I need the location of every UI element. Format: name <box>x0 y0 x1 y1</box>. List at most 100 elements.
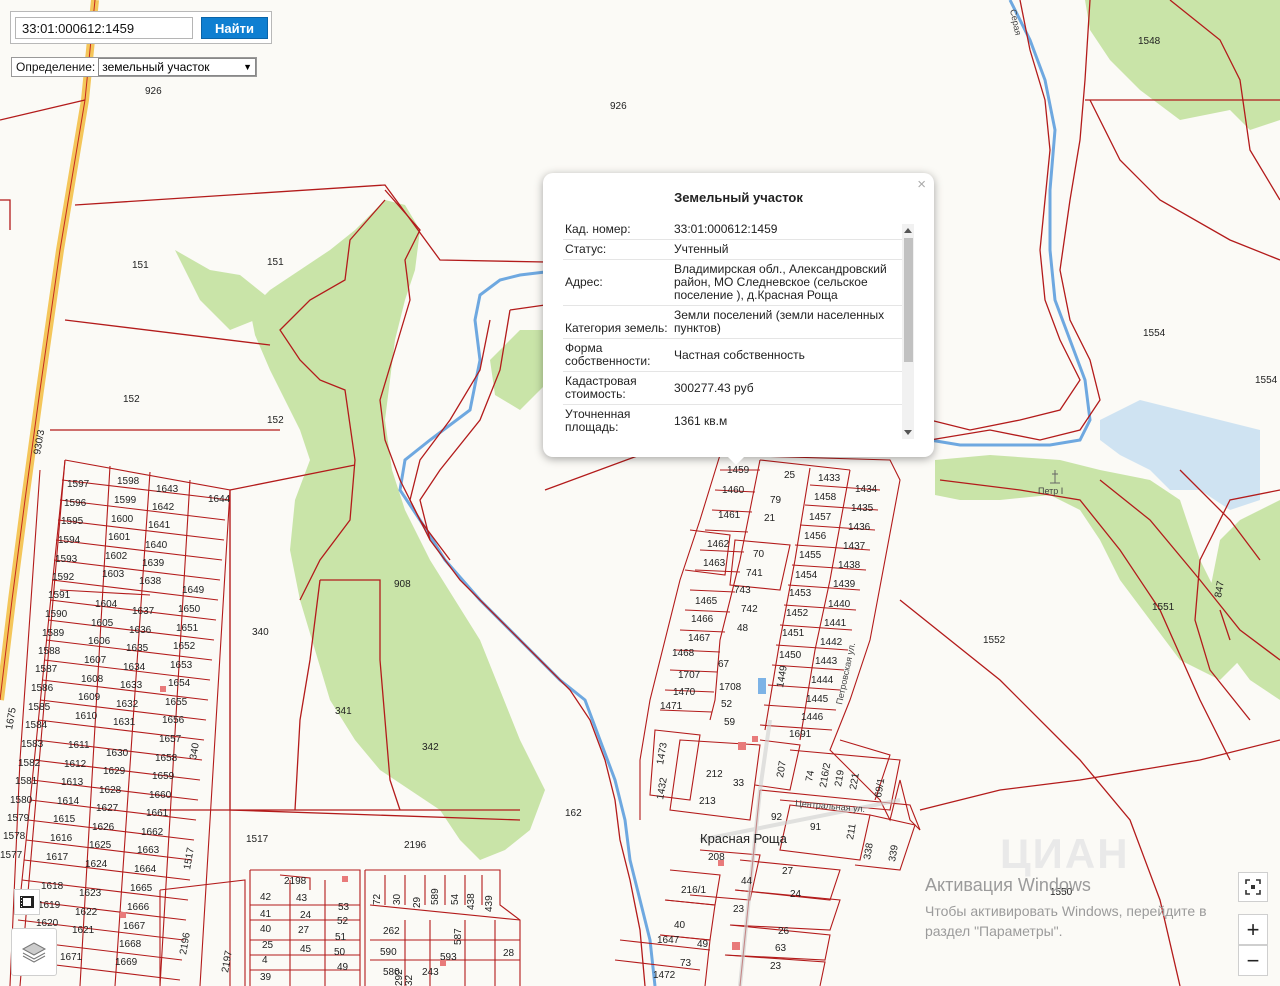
svg-text:1471: 1471 <box>660 701 683 712</box>
layers-icon[interactable] <box>11 928 57 976</box>
svg-text:292: 292 <box>394 969 405 986</box>
svg-text:1593: 1593 <box>55 554 78 565</box>
svg-text:1597: 1597 <box>67 479 90 490</box>
svg-text:1622: 1622 <box>75 907 98 918</box>
parcel-label: 1517 <box>246 834 269 845</box>
parcel-label: 151 <box>267 257 284 268</box>
scroll-up-icon[interactable] <box>904 228 912 233</box>
parcel-label: 1552 <box>983 635 1006 646</box>
svg-text:339: 339 <box>887 844 901 863</box>
svg-text:39: 39 <box>260 972 272 983</box>
find-button[interactable]: Найти <box>201 17 268 39</box>
svg-text:1453: 1453 <box>789 588 812 599</box>
svg-text:1616: 1616 <box>50 833 73 844</box>
zoom-in-button[interactable]: + <box>1238 914 1268 945</box>
parcel-label: 926 <box>145 86 162 97</box>
cadastral-number-input[interactable] <box>15 17 193 39</box>
svg-text:1460: 1460 <box>722 485 745 496</box>
definition-dropdown[interactable]: земельный участок ▼ <box>98 58 256 76</box>
parcel-label: 2197 <box>220 949 235 973</box>
svg-text:1650: 1650 <box>178 604 201 615</box>
svg-text:1641: 1641 <box>148 520 171 531</box>
field-value: 1361 кв.м <box>674 413 728 428</box>
parcel-label: 162 <box>565 808 582 819</box>
street-label-centralnaya: Центральная ул. <box>795 798 866 814</box>
svg-text:1445: 1445 <box>806 694 829 705</box>
svg-text:33: 33 <box>733 778 745 789</box>
svg-text:43: 43 <box>296 893 308 904</box>
parcel-label: 340 <box>252 627 269 638</box>
svg-text:45: 45 <box>300 944 312 955</box>
svg-text:1586: 1586 <box>31 683 54 694</box>
svg-text:27: 27 <box>782 866 794 877</box>
svg-text:1636: 1636 <box>129 625 152 636</box>
svg-text:1581: 1581 <box>15 776 38 787</box>
svg-text:52: 52 <box>337 916 349 927</box>
svg-text:1603: 1603 <box>102 569 125 580</box>
svg-text:1588: 1588 <box>38 646 61 657</box>
svg-text:1663: 1663 <box>137 845 160 856</box>
svg-text:1666: 1666 <box>127 902 150 913</box>
svg-text:1472: 1472 <box>653 970 676 981</box>
svg-text:208: 208 <box>708 852 725 863</box>
svg-text:1465: 1465 <box>695 596 718 607</box>
field-key: Уточненная площадь: <box>565 407 631 434</box>
svg-text:1619: 1619 <box>38 900 61 911</box>
popup-scrollbar[interactable] <box>902 224 914 439</box>
windows-activation-text: Чтобы активировать Windows, перейдите в … <box>925 901 1207 941</box>
filmstrip-icon[interactable] <box>14 889 40 915</box>
svg-text:1625: 1625 <box>89 840 112 851</box>
svg-text:1614: 1614 <box>57 796 80 807</box>
parcel-label: 2198 <box>284 876 307 887</box>
svg-text:1466: 1466 <box>691 614 714 625</box>
svg-text:1661: 1661 <box>146 808 169 819</box>
svg-text:587: 587 <box>453 928 464 945</box>
close-icon[interactable]: × <box>917 176 926 193</box>
svg-text:1669: 1669 <box>115 957 138 968</box>
water-pond <box>758 678 766 694</box>
svg-text:216/2: 216/2 <box>818 762 833 789</box>
svg-text:1626: 1626 <box>92 822 115 833</box>
svg-text:1587: 1587 <box>35 664 58 675</box>
svg-text:1584: 1584 <box>25 720 48 731</box>
svg-text:1652: 1652 <box>173 641 196 652</box>
svg-text:1441: 1441 <box>824 618 847 629</box>
parcel-label: 1548 <box>1138 36 1161 47</box>
svg-text:1589: 1589 <box>42 628 65 639</box>
svg-text:54: 54 <box>450 893 461 905</box>
svg-text:73: 73 <box>680 958 692 969</box>
scroll-thumb[interactable] <box>904 238 913 362</box>
svg-text:1708: 1708 <box>719 682 742 693</box>
svg-text:1633: 1633 <box>120 680 143 691</box>
svg-text:262: 262 <box>383 926 400 937</box>
svg-text:1623: 1623 <box>79 888 102 899</box>
svg-text:216/1: 216/1 <box>681 885 706 896</box>
svg-text:1443: 1443 <box>815 656 838 667</box>
parcel-info-popup: Земельный участок × Кад. номер: 33:01:000… <box>543 173 934 457</box>
svg-text:51: 51 <box>335 932 347 943</box>
parcel-label: 151 <box>132 260 149 271</box>
svg-text:79: 79 <box>770 495 782 506</box>
svg-text:211: 211 <box>845 822 859 840</box>
windows-activation-line: раздел "Параметры". <box>925 923 1063 939</box>
svg-text:1577: 1577 <box>0 850 23 861</box>
svg-text:1600: 1600 <box>111 514 134 525</box>
popup-fields: Кад. номер: 33:01:000612:1459 Статус: Учте… <box>563 220 914 438</box>
field-value: 300277.43 руб <box>674 380 754 395</box>
definition-selector: Определение: земельный участок ▼ <box>11 57 257 77</box>
svg-text:219: 219 <box>833 769 847 788</box>
svg-text:1607: 1607 <box>84 655 107 666</box>
svg-text:27: 27 <box>298 925 310 936</box>
svg-text:1601: 1601 <box>108 532 131 543</box>
parcel-label: 908 <box>394 579 411 590</box>
svg-text:338: 338 <box>862 842 876 861</box>
svg-text:1449: 1449 <box>775 664 790 688</box>
svg-text:1639: 1639 <box>142 558 165 569</box>
svg-text:1613: 1613 <box>61 777 84 788</box>
zoom-out-button[interactable]: − <box>1238 945 1268 976</box>
fullscreen-icon[interactable] <box>1238 872 1268 902</box>
svg-text:1438: 1438 <box>838 560 861 571</box>
scroll-down-icon[interactable] <box>904 430 912 435</box>
svg-text:1434: 1434 <box>855 484 878 495</box>
svg-text:1585: 1585 <box>28 702 51 713</box>
